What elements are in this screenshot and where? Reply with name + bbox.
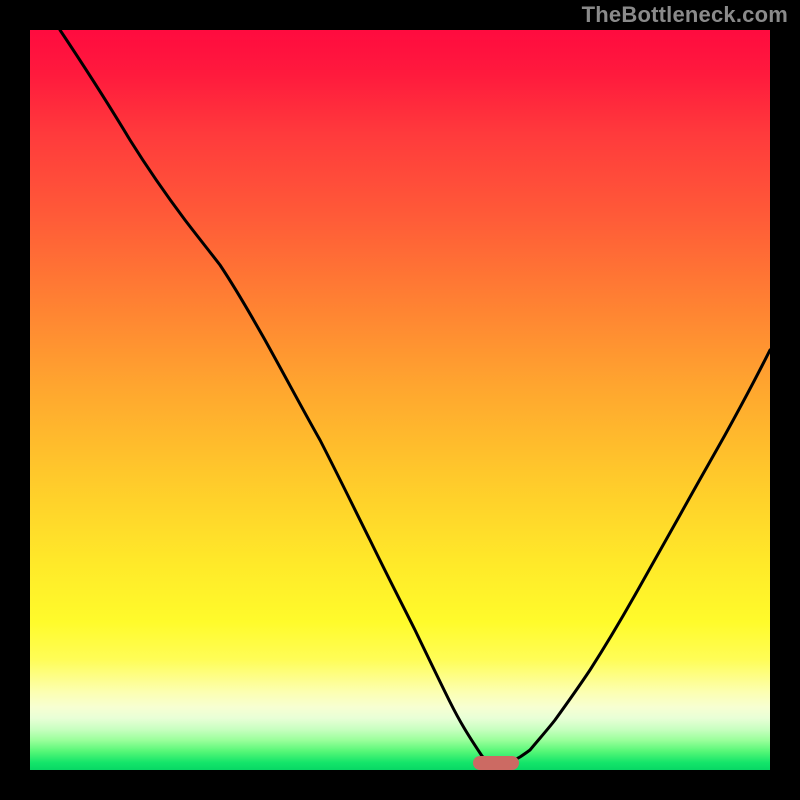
watermark-text: TheBottleneck.com	[582, 2, 788, 28]
bottleneck-curve-path	[60, 30, 770, 762]
chart-frame: TheBottleneck.com	[0, 0, 800, 800]
optimal-marker	[473, 756, 519, 770]
curve-svg	[30, 30, 770, 770]
plot-area	[30, 30, 770, 770]
